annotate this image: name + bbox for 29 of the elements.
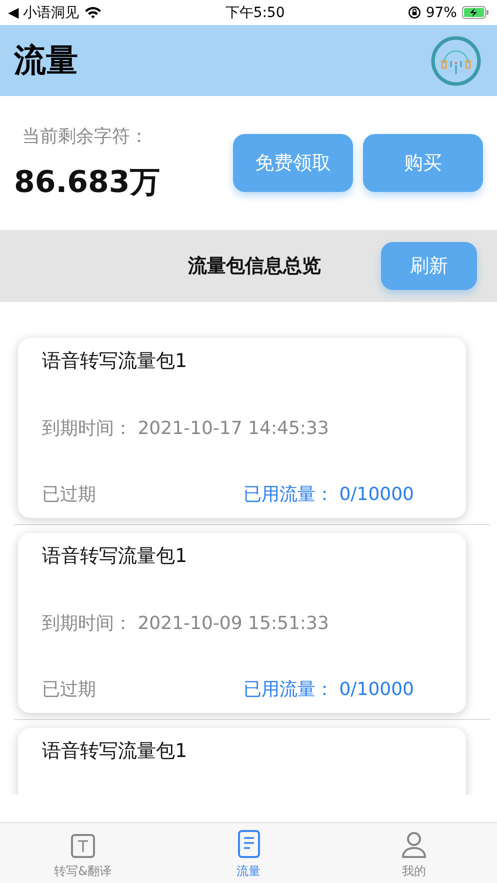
balance-label: 当前剩余字符：: [21, 124, 149, 148]
page-title: 流量: [14, 40, 78, 80]
battery-charging-icon: [462, 6, 489, 19]
package-status: 已过期: [42, 678, 96, 701]
document-icon: [236, 829, 260, 859]
status-time: 下午5:50: [225, 4, 285, 22]
person-icon: [401, 831, 428, 859]
refresh-button[interactable]: 刷新: [381, 242, 477, 290]
tab-bar-item[interactable]: 转写&翻译: [0, 823, 166, 883]
expiry-time: 到期时间： 2021-10-09 15:51:33: [42, 612, 330, 635]
text-box-icon: [70, 833, 96, 859]
rotation-lock-icon: [408, 6, 421, 19]
expiry-time: 到期时间： 2021-10-17 14:45:33: [42, 417, 330, 440]
balance-value: 86.683万: [14, 164, 160, 202]
usage-text: 已用流量： 0/10000: [244, 678, 414, 701]
wifi-icon: [84, 6, 102, 19]
tab-bar-item[interactable]: 我的: [331, 823, 497, 883]
back-to-app-link[interactable]: ◀ 小语洞见: [8, 4, 80, 22]
package-name: 语音转写流量包1: [42, 349, 188, 374]
package-status: 已过期: [42, 483, 96, 506]
overview-title: 流量包信息总览: [188, 254, 321, 279]
package-name: 语音转写流量包1: [42, 544, 188, 569]
usage-text: 已用流量： 0/10000: [244, 483, 414, 506]
headphones-logo-icon[interactable]: [431, 36, 481, 86]
battery-percent: 97%: [426, 4, 457, 20]
buy-button[interactable]: 购买: [363, 134, 483, 192]
free-claim-button[interactable]: 免费领取: [233, 134, 353, 192]
tab-bar-item[interactable]: 流量: [166, 823, 332, 883]
package-name: 语音转写流量包1: [42, 739, 188, 764]
